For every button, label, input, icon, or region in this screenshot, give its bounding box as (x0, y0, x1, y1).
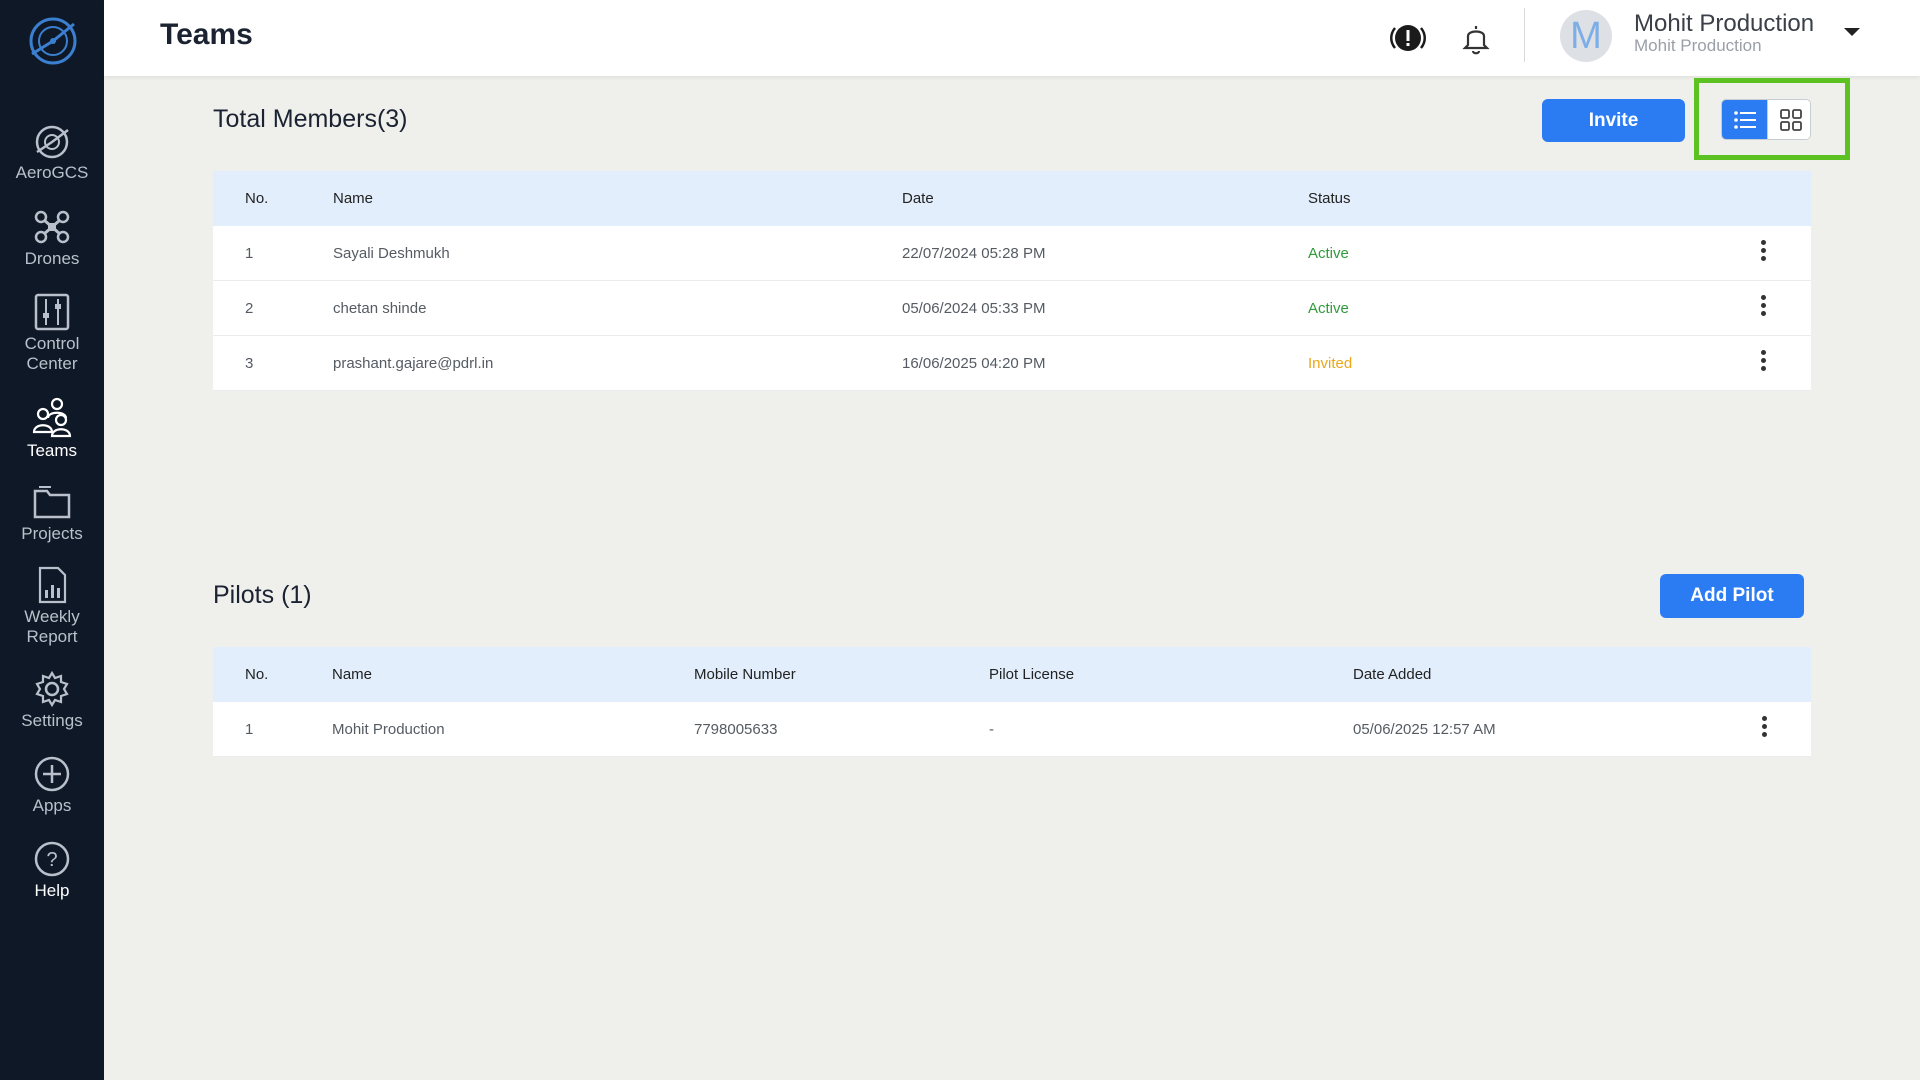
pilots-table: No. Name Mobile Number Pilot License Dat… (213, 647, 1811, 757)
top-header: Teams M Mohit Production Mohit Productio… (104, 0, 1920, 76)
teams-icon (32, 397, 72, 438)
status-badge: Invited (1308, 355, 1353, 372)
sidebar-item-label: AeroGCS (15, 163, 89, 182)
alert-icon[interactable] (1388, 18, 1428, 58)
column-header: Date (902, 190, 934, 207)
more-options-icon[interactable] (1754, 714, 1774, 744)
sidebar-item-label: Weekly Report (24, 607, 80, 646)
column-header: Pilot License (989, 666, 1075, 683)
table-row[interactable]: 2 chetan shinde 05/06/2024 05:33 PM Acti… (213, 281, 1811, 336)
add-pilot-button[interactable]: Add Pilot (1660, 574, 1804, 618)
drone-icon (34, 210, 70, 244)
help-icon: ? (34, 841, 70, 877)
grid-icon (1780, 109, 1802, 131)
avatar[interactable]: M (1560, 10, 1612, 62)
header-divider (1524, 8, 1525, 62)
list-view-button[interactable] (1722, 100, 1767, 139)
sidebar-item-label: Help (34, 881, 70, 900)
view-toggle (1721, 99, 1811, 140)
row-number: 2 (245, 300, 254, 317)
invite-button[interactable]: Invite (1542, 99, 1685, 142)
aerogcs-icon (35, 125, 69, 159)
sidebar-item-aerogcs[interactable]: AeroGCS (0, 122, 104, 183)
members-table: No. Name Date Status 1 Sayali Deshmukh 2… (213, 171, 1811, 391)
chevron-down-icon[interactable] (1844, 28, 1860, 36)
table-row[interactable]: 1 Mohit Production 7798005633 - 05/06/20… (213, 702, 1811, 757)
sidebar-item-help[interactable]: ? Help (0, 840, 104, 901)
column-header: No. (245, 666, 269, 683)
sidebar-item-label: Settings (21, 711, 83, 730)
status-badge: Active (1308, 245, 1349, 262)
sidebar: AeroGCS Drones Control Center Teams Proj… (0, 0, 104, 1080)
row-number: 3 (245, 355, 254, 372)
column-header: No. (245, 190, 269, 207)
member-name: prashant.gajare@pdrl.in (333, 355, 494, 372)
member-name: Sayali Deshmukh (333, 245, 450, 262)
row-number: 1 (245, 245, 254, 262)
table-row[interactable]: 1 Sayali Deshmukh 22/07/2024 05:28 PM Ac… (213, 226, 1811, 281)
sidebar-item-drones[interactable]: Drones (0, 208, 104, 269)
column-header: Name (332, 666, 373, 683)
sidebar-item-control-center[interactable]: Control Center (0, 293, 104, 374)
report-icon (38, 566, 67, 604)
sidebar-item-label: Control Center (24, 334, 80, 373)
sidebar-item-weekly-report[interactable]: Weekly Report (0, 566, 104, 647)
column-header: Mobile Number (694, 666, 796, 683)
sidebar-item-projects[interactable]: Projects (0, 483, 104, 544)
row-number: 1 (245, 721, 254, 738)
user-org: Mohit Production (1634, 36, 1762, 55)
sidebar-item-label: Teams (26, 441, 78, 460)
member-date: 16/06/2025 04:20 PM (902, 355, 1046, 372)
more-options-icon[interactable] (1753, 348, 1773, 378)
plus-circle-icon (34, 756, 70, 792)
member-name: chetan shinde (333, 300, 427, 317)
page-title: Teams (160, 18, 253, 51)
sidebar-item-label: Projects (21, 524, 83, 543)
sidebar-item-apps[interactable]: Apps (0, 755, 104, 816)
gear-icon (35, 670, 69, 708)
user-name[interactable]: Mohit Production (1634, 10, 1814, 38)
grid-view-button[interactable] (1767, 100, 1810, 139)
table-header: No. Name Mobile Number Pilot License Dat… (213, 647, 1811, 702)
sidebar-item-label: Drones (24, 249, 80, 268)
more-options-icon[interactable] (1753, 293, 1773, 323)
app-logo-icon[interactable] (26, 14, 80, 68)
column-header: Name (333, 190, 374, 207)
folder-icon (33, 486, 71, 519)
member-date: 22/07/2024 05:28 PM (902, 245, 1046, 262)
control-center-icon (34, 293, 70, 331)
bell-icon[interactable] (1456, 18, 1496, 58)
svg-text:?: ? (46, 849, 57, 871)
sidebar-item-teams[interactable]: Teams (0, 396, 104, 461)
table-header: No. Name Date Status (213, 171, 1811, 226)
table-row[interactable]: 3 prashant.gajare@pdrl.in 16/06/2025 04:… (213, 336, 1811, 391)
pilot-date-added: 05/06/2025 12:57 AM (1353, 721, 1496, 738)
pilot-mobile: 7798005633 (694, 721, 778, 738)
more-options-icon[interactable] (1753, 238, 1773, 268)
pilots-title: Pilots (1) (213, 581, 312, 609)
pilot-name: Mohit Production (332, 721, 445, 738)
sidebar-item-label: Apps (32, 796, 72, 815)
status-badge: Active (1308, 300, 1349, 317)
column-header: Status (1308, 190, 1351, 207)
members-title: Total Members(3) (213, 105, 408, 133)
sidebar-item-settings[interactable]: Settings (0, 670, 104, 731)
column-header: Date Added (1353, 666, 1432, 683)
list-icon (1734, 111, 1756, 129)
member-date: 05/06/2024 05:33 PM (902, 300, 1046, 317)
pilot-license: - (989, 721, 994, 738)
